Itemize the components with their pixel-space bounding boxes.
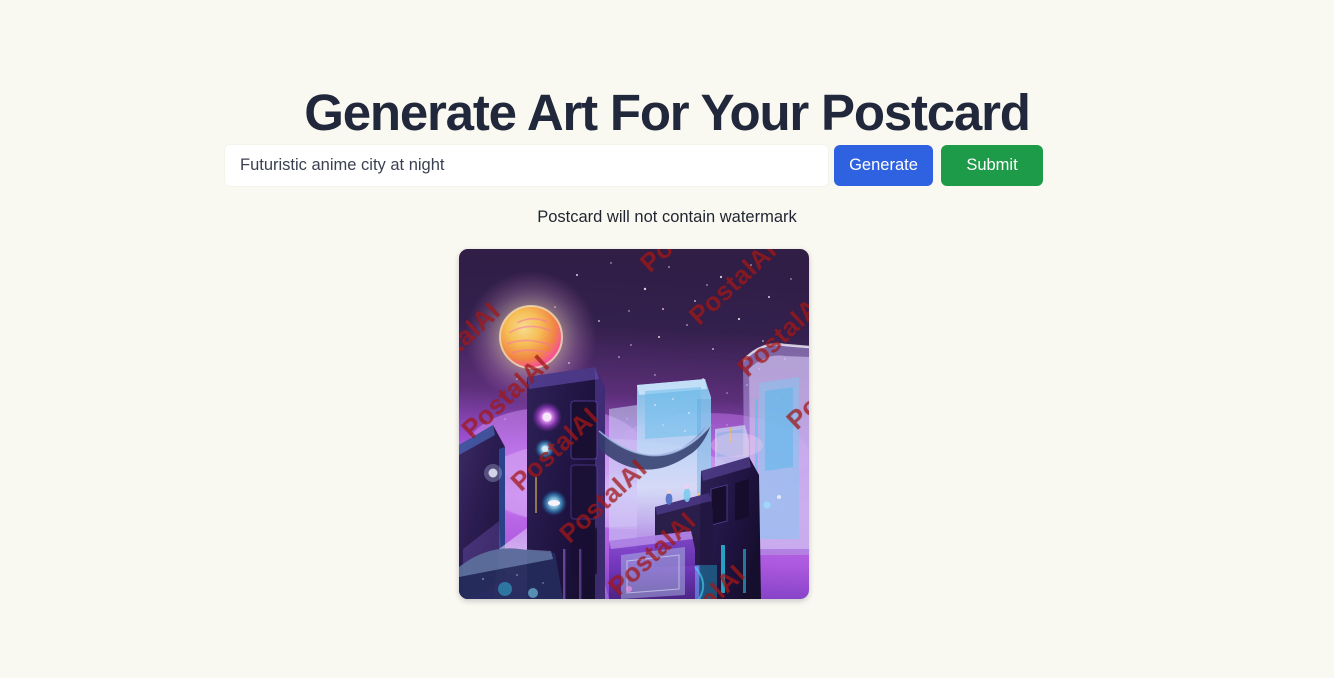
prompt-input[interactable]	[225, 145, 828, 186]
page-title: Generate Art For Your Postcard	[304, 84, 1031, 142]
generated-artwork[interactable]: PostalAI PostalAI PostalAI PostalAI Post…	[459, 249, 809, 599]
generate-button[interactable]: Generate	[834, 145, 933, 186]
watermark-notice: Postcard will not contain watermark	[537, 208, 797, 226]
app-page: Generate Art For Your Postcard Generate …	[0, 0, 1334, 678]
artwork-image	[459, 249, 809, 599]
prompt-form: Generate Submit	[225, 145, 1109, 186]
submit-button[interactable]: Submit	[941, 145, 1043, 186]
